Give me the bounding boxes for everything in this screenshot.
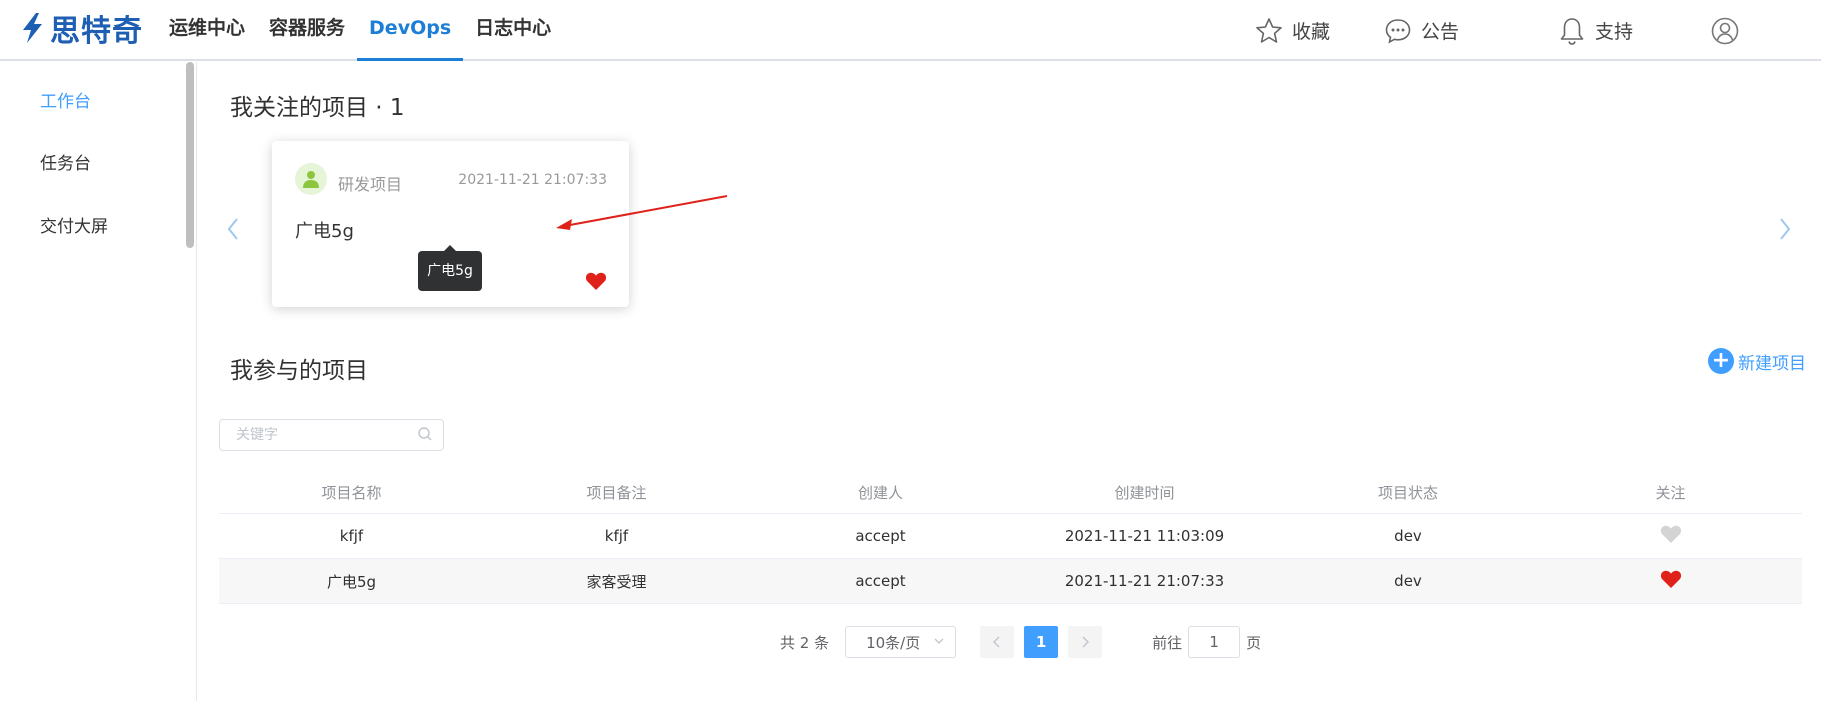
project-name-tooltip: 广电5g bbox=[418, 245, 482, 291]
lightning-logo-icon bbox=[23, 13, 42, 43]
chevron-down-icon bbox=[933, 635, 945, 650]
sidebar-item-taskboard[interactable]: 任务台 bbox=[40, 149, 91, 174]
favorites-label: 收藏 bbox=[1292, 21, 1331, 43]
cell-creator: accept bbox=[855, 527, 906, 545]
page-number-current[interactable]: 1 bbox=[1024, 626, 1059, 658]
col-header-follow: 关注 bbox=[1655, 484, 1686, 502]
favorites-button[interactable]: 收藏 bbox=[1254, 0, 1330, 61]
cell-status: dev bbox=[1394, 572, 1422, 590]
nav-ops-center[interactable]: 运维中心 bbox=[157, 0, 257, 61]
cell-project-name[interactable]: kfjf bbox=[219, 527, 484, 545]
cell-follow bbox=[1539, 569, 1802, 593]
cell-project-note: 家客受理 bbox=[586, 572, 647, 591]
sidebar-scrollbar[interactable] bbox=[186, 62, 194, 248]
table-row[interactable]: 广电5g 家客受理 accept 2021-11-21 21:07:33 dev bbox=[219, 559, 1802, 604]
heart-filled-icon[interactable] bbox=[585, 271, 607, 291]
projects-table: 项目名称 项目备注 创建人 创建时间 项目状态 关注 kfjf kfjf acc… bbox=[219, 472, 1802, 604]
chevron-right-icon bbox=[1082, 636, 1090, 648]
new-project-label: 新建项目 bbox=[1738, 353, 1806, 374]
star-icon bbox=[1256, 17, 1282, 43]
brand-name: 思特奇 bbox=[50, 14, 143, 49]
carousel-next-button[interactable] bbox=[1778, 215, 1792, 250]
nav-log-center[interactable]: 日志中心 bbox=[463, 0, 563, 61]
main-nav: 运维中心 容器服务 DevOps 日志中心 bbox=[157, 0, 563, 61]
col-header-name: 项目名称 bbox=[321, 484, 382, 502]
sidebar-item-workbench[interactable]: 工作台 bbox=[40, 87, 91, 112]
followed-projects-title: 我关注的项目 · 1 bbox=[230, 95, 405, 121]
pagination: 共 2 条 10条/页 1 前往 页 bbox=[780, 626, 1261, 658]
goto-page-input[interactable] bbox=[1188, 626, 1241, 658]
goto-label: 前往 bbox=[1152, 633, 1183, 652]
chevron-right-icon bbox=[1780, 218, 1791, 240]
page-size-select[interactable]: 10条/页 bbox=[845, 626, 957, 658]
sidebar-item-delivery-screen[interactable]: 交付大屏 bbox=[40, 212, 108, 237]
page-size-value: 10条/页 bbox=[866, 633, 921, 652]
support-label: 支持 bbox=[1595, 21, 1634, 43]
person-icon bbox=[303, 171, 319, 188]
plus-circle-icon: + bbox=[1708, 348, 1734, 374]
project-name[interactable]: 广电5g bbox=[295, 217, 354, 243]
search-icon[interactable] bbox=[417, 426, 433, 442]
cell-status: dev bbox=[1394, 527, 1422, 545]
nav-devops[interactable]: DevOps bbox=[357, 0, 464, 61]
brand-logo[interactable]: 思特奇 bbox=[18, 10, 143, 49]
cell-project-name[interactable]: 广电5g bbox=[219, 571, 484, 592]
page-suffix-label: 页 bbox=[1246, 633, 1262, 652]
table-header: 项目名称 项目备注 创建人 创建时间 项目状态 关注 bbox=[219, 472, 1802, 514]
cell-follow bbox=[1539, 524, 1802, 548]
annotation-arrow bbox=[556, 195, 728, 230]
keyword-search bbox=[219, 419, 444, 451]
col-header-creator: 创建人 bbox=[857, 484, 903, 502]
carousel-prev-button[interactable] bbox=[226, 215, 240, 250]
prev-page-button[interactable] bbox=[980, 626, 1015, 658]
search-input[interactable] bbox=[236, 420, 416, 450]
sidebar: 工作台 任务台 交付大屏 bbox=[0, 62, 197, 701]
pagination-total: 共 2 条 bbox=[780, 633, 830, 652]
next-page-button[interactable] bbox=[1068, 626, 1103, 658]
chevron-left-icon bbox=[227, 218, 238, 240]
heart-filled-icon[interactable] bbox=[1660, 569, 1682, 589]
chevron-left-icon bbox=[993, 636, 1000, 648]
participated-projects-title: 我参与的项目 bbox=[230, 358, 368, 384]
col-header-status: 项目状态 bbox=[1377, 484, 1438, 502]
announcements-button[interactable]: 公告 bbox=[1383, 0, 1459, 61]
user-avatar-button[interactable] bbox=[1710, 0, 1748, 61]
project-avatar bbox=[295, 163, 327, 195]
support-button[interactable]: 支持 bbox=[1557, 0, 1633, 61]
heart-outline-icon[interactable] bbox=[1660, 524, 1682, 544]
cell-created-time: 2021-11-21 21:07:33 bbox=[1064, 572, 1225, 590]
top-bar: 思特奇 运维中心 容器服务 DevOps 日志中心 收藏 公告 支持 bbox=[0, 0, 1821, 61]
user-icon bbox=[1711, 17, 1739, 44]
col-header-time: 创建时间 bbox=[1114, 484, 1175, 502]
chat-bubble-icon bbox=[1385, 18, 1411, 44]
cell-creator: accept bbox=[855, 572, 906, 590]
col-header-note: 项目备注 bbox=[586, 484, 647, 502]
project-created-time: 2021-11-21 21:07:33 bbox=[458, 172, 607, 188]
nav-container-service[interactable]: 容器服务 bbox=[257, 0, 357, 61]
bell-icon bbox=[1560, 17, 1584, 45]
cell-project-note: kfjf bbox=[604, 527, 629, 545]
table-row[interactable]: kfjf kfjf accept 2021-11-21 11:03:09 dev bbox=[219, 514, 1802, 559]
project-type: 研发项目 bbox=[338, 175, 403, 194]
cell-created-time: 2021-11-21 11:03:09 bbox=[1064, 527, 1225, 545]
announcements-label: 公告 bbox=[1421, 21, 1460, 43]
new-project-button[interactable]: + 新建项目 bbox=[1708, 348, 1806, 374]
